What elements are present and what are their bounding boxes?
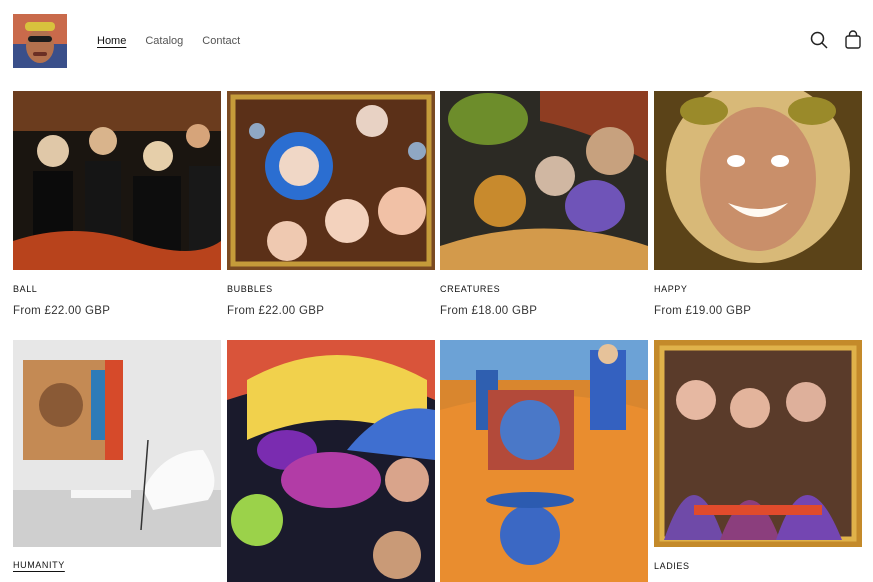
product-price: From £22.00 GBP bbox=[227, 305, 325, 317]
product-image[interactable] bbox=[227, 91, 435, 270]
product-price: From £18.00 GBP bbox=[440, 305, 538, 317]
product-image[interactable] bbox=[13, 91, 221, 270]
product-price: From £19.00 GBP bbox=[654, 305, 752, 317]
product-image[interactable] bbox=[440, 91, 648, 270]
nav-home[interactable]: Home bbox=[97, 34, 126, 48]
product-title[interactable]: BALL bbox=[13, 284, 37, 294]
site-header: Home Catalog Contact bbox=[0, 0, 873, 82]
search-icon[interactable] bbox=[809, 30, 829, 50]
product-image[interactable] bbox=[440, 340, 648, 582]
main-nav: Home Catalog Contact bbox=[97, 34, 240, 48]
product-title[interactable]: HUMANITY bbox=[13, 560, 65, 570]
nav-contact[interactable]: Contact bbox=[202, 34, 240, 48]
product-price: From £22.00 GBP bbox=[13, 305, 111, 317]
product-title[interactable]: LADIES bbox=[654, 561, 690, 571]
product-title[interactable]: BUBBLES bbox=[227, 284, 273, 294]
nav-catalog[interactable]: Catalog bbox=[145, 34, 183, 48]
product-image[interactable] bbox=[654, 340, 862, 547]
store-logo[interactable] bbox=[13, 14, 67, 68]
product-image[interactable] bbox=[227, 340, 435, 582]
product-title[interactable]: HAPPY bbox=[654, 284, 688, 294]
product-image[interactable] bbox=[13, 340, 221, 547]
cart-icon[interactable] bbox=[843, 30, 863, 50]
product-title[interactable]: CREATURES bbox=[440, 284, 500, 294]
product-image[interactable] bbox=[654, 91, 862, 270]
